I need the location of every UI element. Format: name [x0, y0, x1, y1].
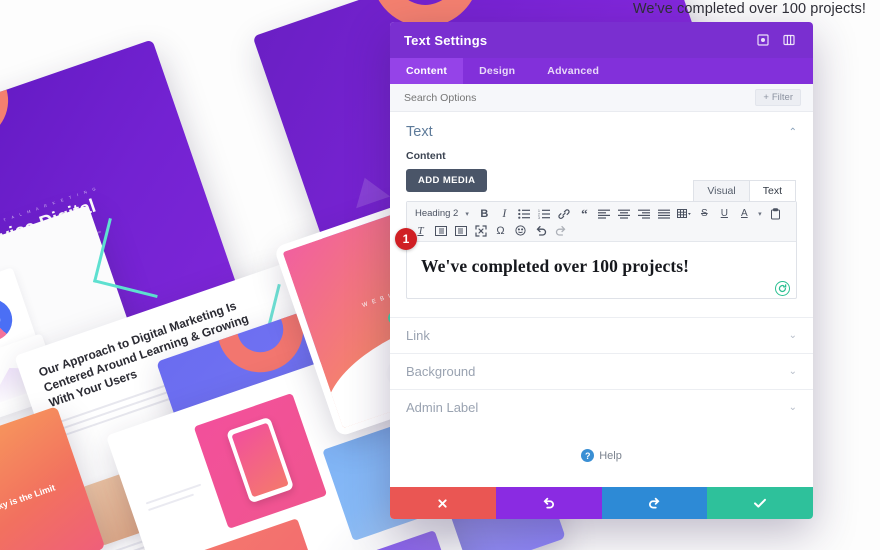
artwork-portfolio-tile [193, 392, 328, 529]
editor-content-area[interactable]: 1 We've completed over 100 projects! [395, 228, 796, 298]
step-badge-1: 1 [395, 228, 417, 250]
italic-icon[interactable]: I [495, 205, 514, 222]
editor-toolbar-row-1: Heading 2 ▾ B I 123 “ S U A ▾ [411, 205, 792, 222]
link-icon[interactable] [555, 205, 574, 222]
align-right-icon[interactable] [635, 205, 654, 222]
cancel-button[interactable] [390, 487, 496, 519]
table-icon[interactable] [675, 205, 694, 222]
help-link[interactable]: ? Help [390, 425, 813, 462]
special-character-icon[interactable]: Ω [491, 222, 510, 239]
undo-icon[interactable] [531, 222, 550, 239]
modal-title: Text Settings [404, 32, 488, 48]
modal-action-bar [390, 487, 813, 519]
modal-title-bar: Text Settings [390, 22, 813, 58]
expand-icon[interactable] [753, 30, 773, 50]
tab-advanced[interactable]: Advanced [531, 58, 615, 84]
align-left-icon[interactable] [595, 205, 614, 222]
save-button[interactable] [707, 487, 813, 519]
redo-icon[interactable] [551, 222, 570, 239]
phone-mockup-decoration [226, 416, 294, 504]
editor-heading-text[interactable]: We've completed over 100 projects! [421, 256, 782, 277]
modal-body: Text ⌃ Content ADD MEDIA Visual Text Hea… [390, 112, 813, 487]
underline-icon[interactable]: U [715, 205, 734, 222]
chevron-down-icon: ▾ [465, 210, 469, 218]
redo-button[interactable] [601, 487, 708, 519]
add-media-button[interactable]: ADD MEDIA [406, 169, 488, 192]
chevron-up-icon[interactable]: ⌃ [789, 127, 797, 138]
rendered-page-heading: We've completed over 100 projects! [632, 1, 866, 17]
modal-tab-bar: Content Design Advanced [390, 58, 813, 84]
chevron-down-icon[interactable]: ⌄ [789, 402, 797, 413]
editor-toolbar: Heading 2 ▾ B I 123 “ S U A ▾ T Ω [407, 202, 796, 242]
editor-toolbar-row-2: T Ω [411, 222, 792, 239]
blockquote-icon[interactable]: “ [575, 205, 594, 222]
paste-as-text-icon[interactable] [766, 205, 785, 222]
layout-toggle-icon[interactable] [779, 30, 799, 50]
tab-visual[interactable]: Visual [693, 180, 750, 201]
chevron-down-icon[interactable]: ⌄ [789, 330, 797, 341]
content-field-label: Content [406, 150, 446, 162]
text-color-icon[interactable]: A [735, 205, 754, 222]
bold-icon[interactable]: B [475, 205, 494, 222]
format-select-value: Heading 2 [415, 208, 459, 219]
search-options-row: + Filter [390, 84, 813, 112]
tab-content[interactable]: Content [390, 58, 464, 84]
format-select[interactable]: Heading 2 ▾ [411, 208, 474, 219]
svg-text:3: 3 [538, 216, 540, 219]
question-mark-icon: ? [581, 449, 595, 462]
accordion-label: Background [406, 364, 476, 379]
filter-button[interactable]: + Filter [755, 89, 801, 106]
wysiwyg-editor: Visual Text Heading 2 ▾ B I 1 2 3 “ S U … [395, 180, 797, 299]
align-justify-icon[interactable] [655, 205, 674, 222]
accordion-admin-label[interactable]: Admin Label ⌄ [390, 389, 813, 425]
fullscreen-icon[interactable] [471, 222, 490, 239]
triangle-decoration [347, 171, 391, 209]
filter-button-label: Filter [771, 92, 793, 103]
text-settings-modal: Text Settings Content Design Advanced Se… [390, 22, 813, 519]
accordion-label: Link [406, 328, 430, 343]
bulleted-list-icon[interactable] [515, 205, 534, 222]
accordion-link[interactable]: Link ⌄ [390, 317, 813, 353]
tab-text[interactable]: Text [748, 180, 796, 201]
accordion-label: Admin Label [406, 400, 479, 415]
tab-design[interactable]: Design [463, 58, 531, 84]
section-text-header[interactable]: Text ⌃ [390, 112, 813, 150]
indent-icon[interactable] [451, 222, 470, 239]
strikethrough-icon[interactable]: S [695, 205, 714, 222]
accordion-background[interactable]: Background ⌄ [390, 353, 813, 389]
screen: D I G I T A L M A R K E T I N G Full Ser… [0, 0, 880, 550]
emoji-icon[interactable] [511, 222, 530, 239]
editor-mode-tabs: Visual Text [693, 180, 796, 201]
undo-button[interactable] [495, 487, 602, 519]
chevron-down-icon[interactable]: ▾ [755, 205, 765, 222]
circle-decoration [0, 49, 19, 152]
reset-icon[interactable] [775, 281, 790, 296]
artwork-heading: Sky is the Limit [0, 482, 57, 514]
plus-icon: + [763, 92, 769, 103]
help-label: Help [599, 449, 622, 462]
align-center-icon[interactable] [615, 205, 634, 222]
chevron-down-icon[interactable]: ⌄ [789, 366, 797, 377]
search-input[interactable] [402, 90, 756, 105]
outdent-icon[interactable] [431, 222, 450, 239]
numbered-list-icon[interactable]: 123 [535, 205, 554, 222]
section-title: Text [406, 124, 433, 140]
